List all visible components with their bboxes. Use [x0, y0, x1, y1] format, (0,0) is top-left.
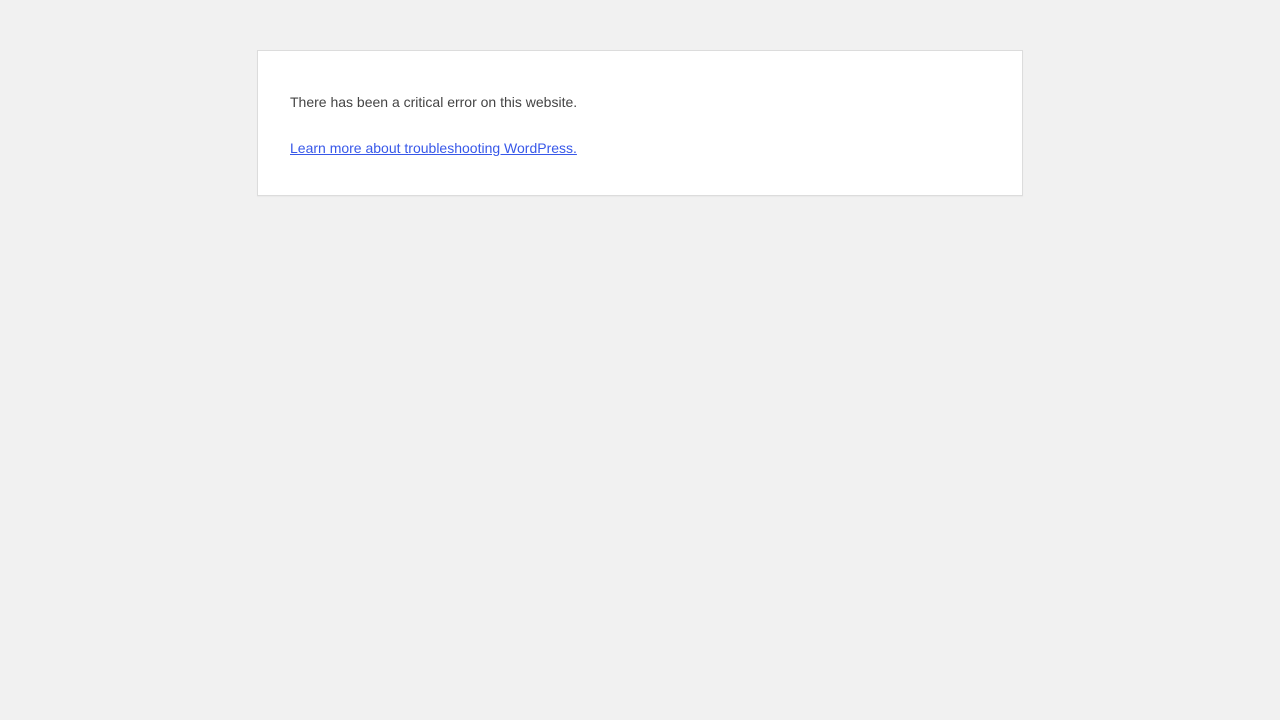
error-message: There has been a critical error on this … — [290, 94, 578, 110]
error-panel: There has been a critical error on this … — [257, 50, 1023, 196]
troubleshooting-link[interactable]: Learn more about troubleshooting WordPre… — [290, 140, 577, 156]
